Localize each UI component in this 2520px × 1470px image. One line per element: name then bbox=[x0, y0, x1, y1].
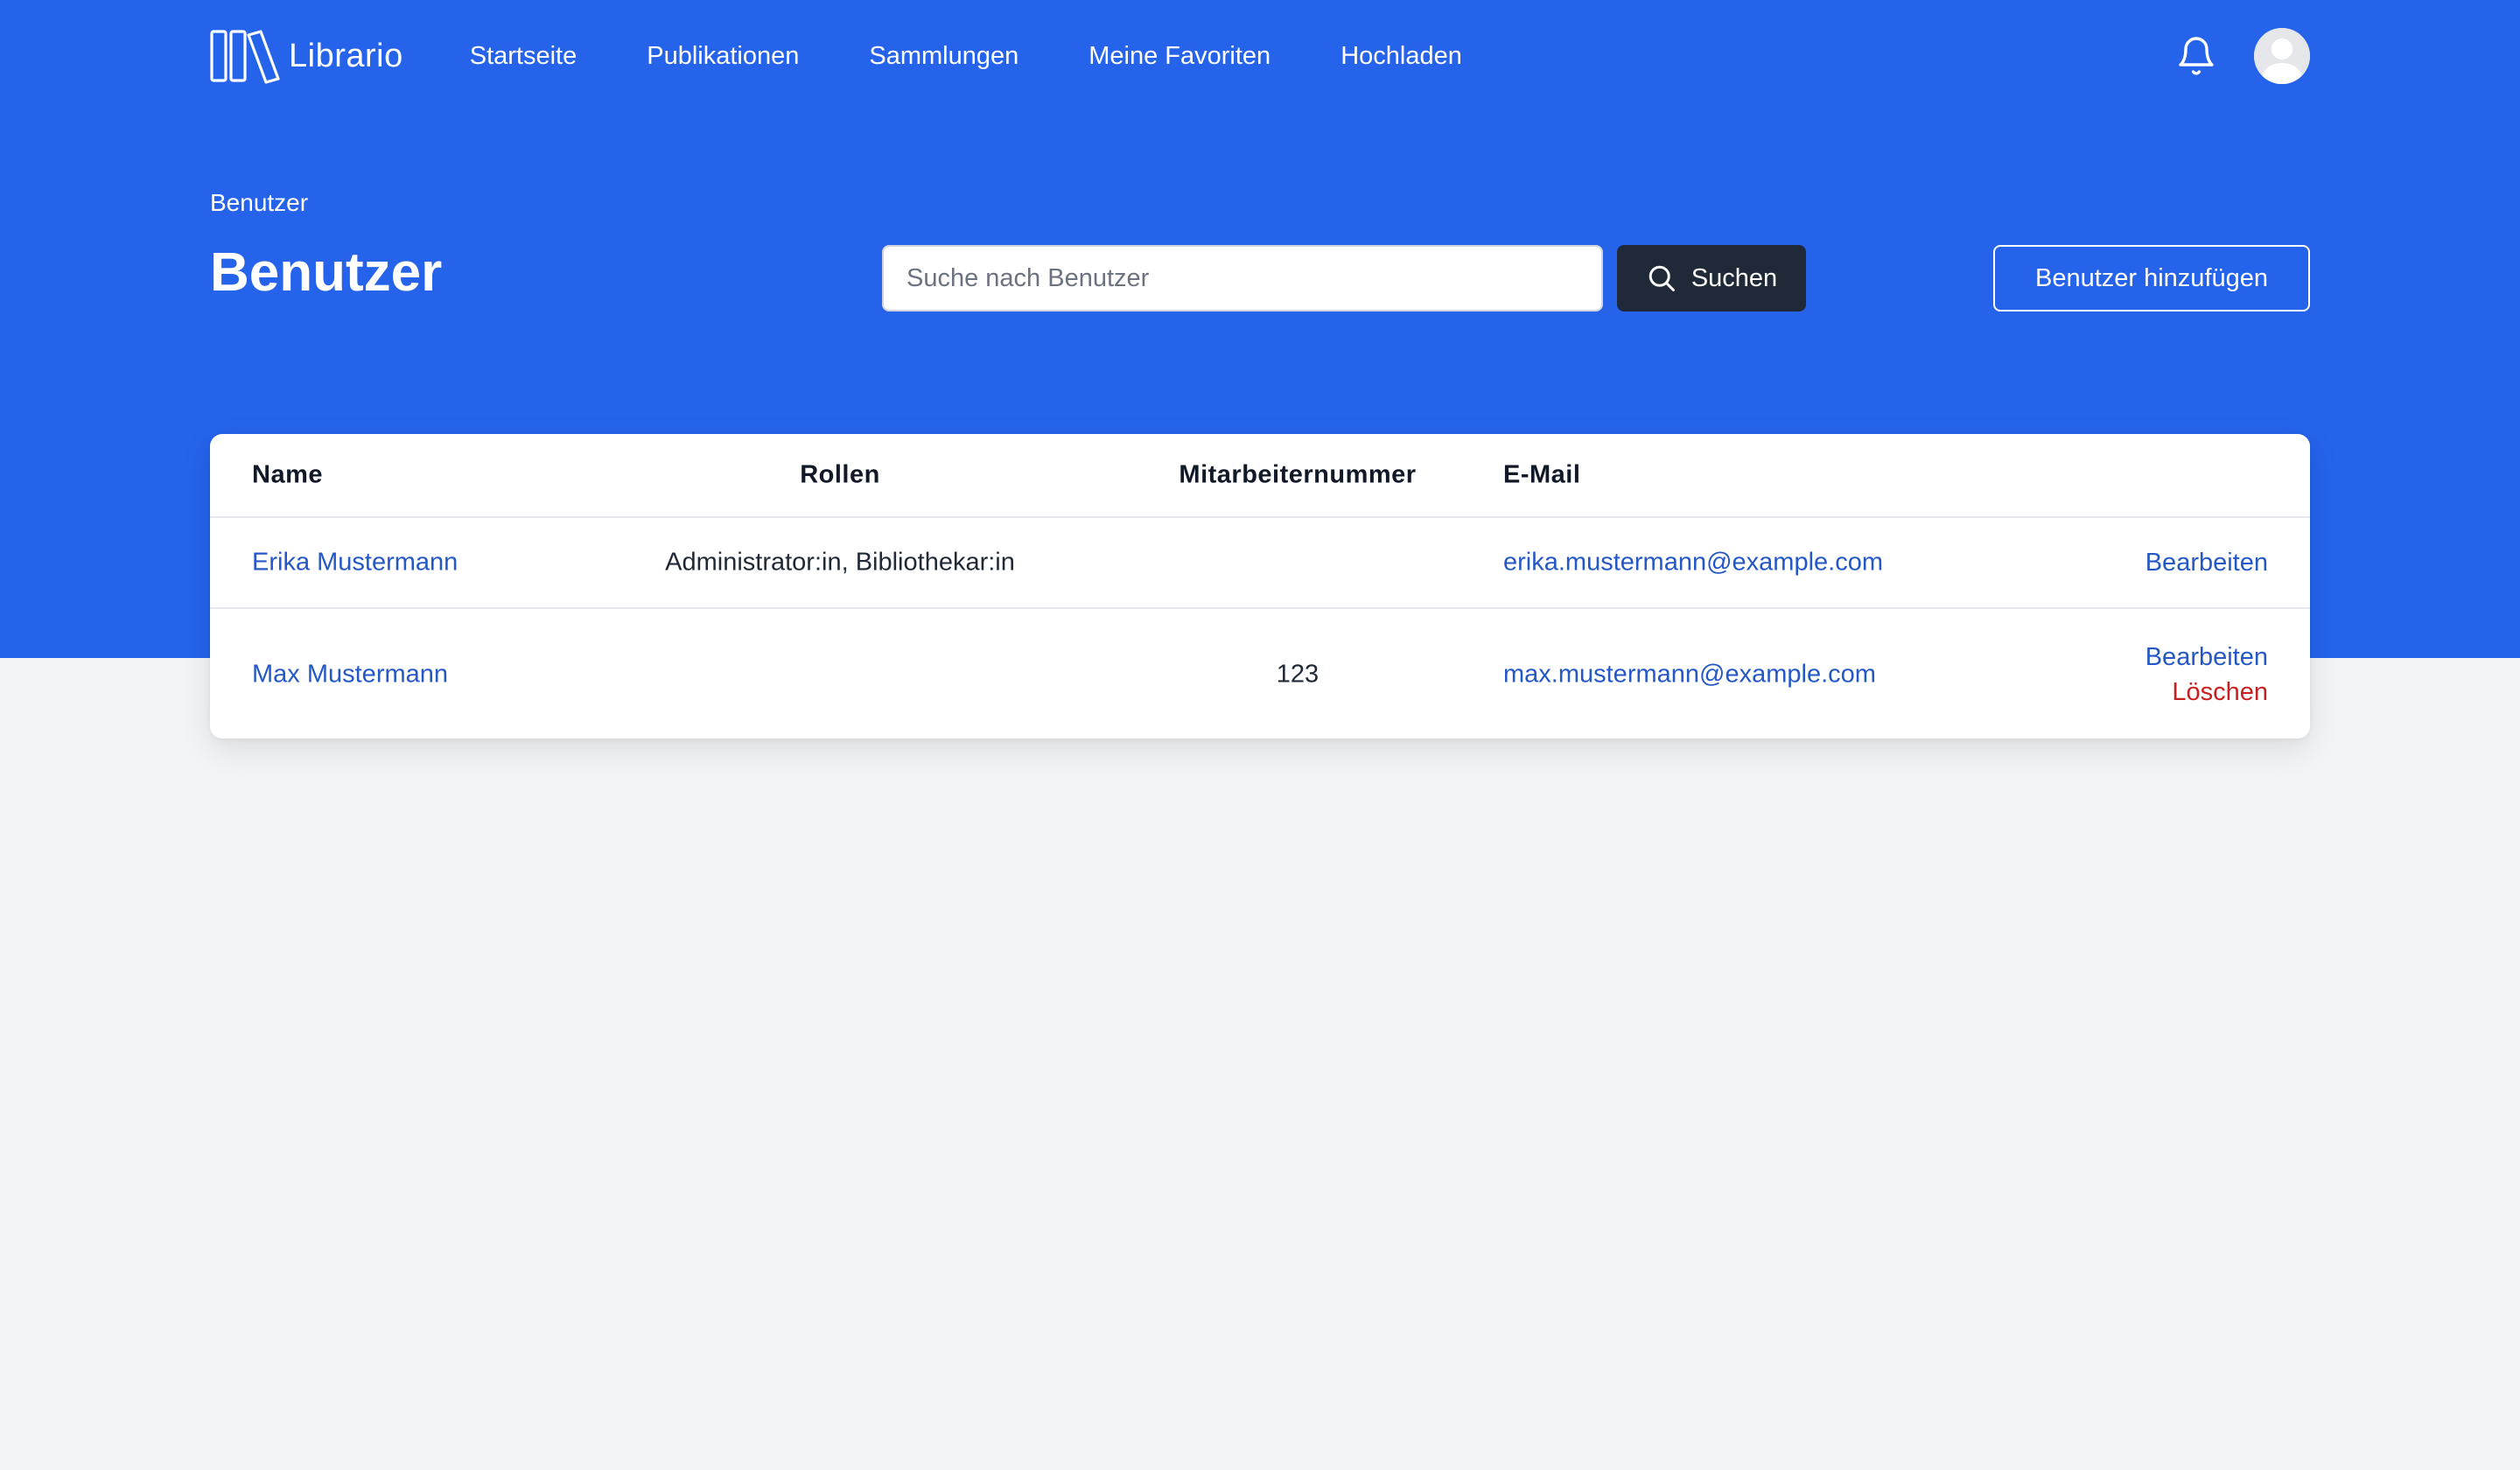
user-avatar[interactable] bbox=[2254, 28, 2310, 84]
user-name-link[interactable]: Max Mustermann bbox=[252, 661, 448, 690]
search-icon bbox=[1648, 265, 1675, 291]
edit-user-button[interactable]: Bearbeiten bbox=[2146, 640, 2268, 675]
user-roles: Administrator:in, Bibliothekar:in bbox=[665, 548, 1015, 577]
nav-link-hochladen[interactable]: Hochladen bbox=[1340, 42, 1462, 71]
column-header-roles: Rollen bbox=[800, 460, 880, 489]
bell-icon bbox=[2179, 37, 2214, 75]
column-header-email: E-Mail bbox=[1503, 460, 1581, 489]
app-name: Librario bbox=[289, 37, 403, 74]
row-actions: Bearbeiten Löschen bbox=[2146, 640, 2268, 710]
row-actions: Bearbeiten bbox=[2146, 545, 2268, 580]
nav-link-sammlungen[interactable]: Sammlungen bbox=[869, 42, 1018, 71]
user-email-link[interactable]: erika.mustermann@example.com bbox=[1503, 549, 1883, 578]
add-user-button[interactable]: Benutzer hinzufügen bbox=[1993, 245, 2310, 312]
search-button[interactable]: Suchen bbox=[1617, 245, 1806, 312]
user-avatar-icon bbox=[2254, 28, 2310, 84]
edit-user-button[interactable]: Bearbeiten bbox=[2146, 545, 2268, 580]
page-title: Benutzer bbox=[210, 242, 443, 303]
delete-user-button[interactable]: Löschen bbox=[2146, 675, 2268, 710]
top-navigation: Librario Startseite Publikationen Sammlu… bbox=[210, 26, 2310, 86]
library-books-icon bbox=[210, 30, 280, 84]
search-button-label: Suchen bbox=[1690, 263, 1778, 292]
user-employee-number: 123 bbox=[1276, 660, 1320, 689]
notifications-button[interactable] bbox=[2175, 35, 2217, 77]
nav-links: Startseite Publikationen Sammlungen Mein… bbox=[470, 42, 1532, 71]
app-logo[interactable]: Librario bbox=[210, 26, 403, 86]
table-row: Erika Mustermann Administrator:in, Bibli… bbox=[210, 518, 2310, 609]
column-header-name: Name bbox=[252, 460, 323, 489]
nav-link-publikationen[interactable]: Publikationen bbox=[647, 42, 799, 71]
column-header-employee-number: Mitarbeiternummer bbox=[1179, 460, 1417, 489]
nav-link-startseite[interactable]: Startseite bbox=[470, 42, 578, 71]
users-table: Name Rollen Mitarbeiternummer E-Mail Eri… bbox=[210, 434, 2310, 738]
search-input[interactable] bbox=[882, 245, 1603, 312]
nav-right bbox=[2175, 28, 2310, 84]
user-email-link[interactable]: max.mustermann@example.com bbox=[1503, 661, 1876, 690]
table-header: Name Rollen Mitarbeiternummer E-Mail bbox=[210, 434, 2310, 518]
table-row: Max Mustermann 123 max.mustermann@exampl… bbox=[210, 611, 2310, 738]
nav-link-meine-favoriten[interactable]: Meine Favoriten bbox=[1088, 42, 1270, 71]
user-name-link[interactable]: Erika Mustermann bbox=[252, 549, 458, 578]
breadcrumb[interactable]: Benutzer bbox=[210, 189, 308, 217]
